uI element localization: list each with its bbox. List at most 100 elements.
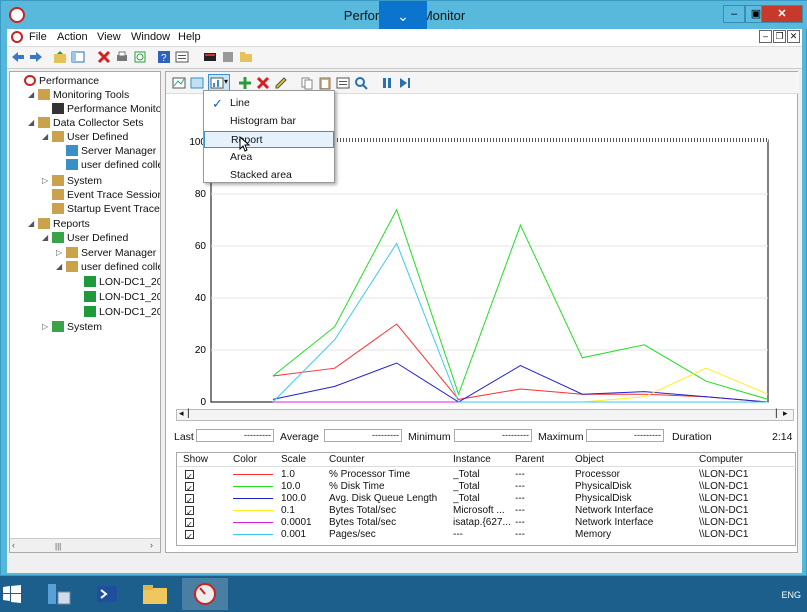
- expand-arrow-icon[interactable]: ▷: [56, 248, 62, 257]
- menu-help[interactable]: Help: [178, 31, 201, 43]
- expand-arrow-icon[interactable]: ◢: [28, 90, 34, 99]
- tree-node[interactable]: Monitoring Tools: [38, 88, 129, 102]
- tree-node[interactable]: User Defined: [52, 130, 128, 144]
- expand-arrow-icon[interactable]: ◢: [42, 233, 48, 242]
- freeze-display-pause-icon[interactable]: [380, 76, 394, 90]
- scroll-thumb-left[interactable]: |: [187, 408, 190, 419]
- legend-row[interactable]: ✓ 100.0 Avg. Disk Queue Length _Total --- Phy…: [177, 493, 795, 505]
- print-icon[interactable]: [115, 50, 129, 64]
- header-parent[interactable]: Parent: [515, 454, 544, 466]
- tree-node[interactable]: Data Collector Sets: [38, 116, 143, 130]
- paste-counter-list-icon[interactable]: [318, 76, 332, 90]
- expand-arrow-icon[interactable]: ◢: [28, 219, 34, 228]
- properties-icon[interactable]: [175, 50, 189, 64]
- mdi-minimize-button[interactable]: –: [759, 30, 772, 43]
- copy-properties-icon[interactable]: [300, 76, 314, 90]
- header-counter[interactable]: Counter: [329, 454, 365, 466]
- header-computer[interactable]: Computer: [699, 454, 743, 466]
- update-data-step-icon[interactable]: [398, 76, 412, 90]
- expand-arrow-icon[interactable]: ▷: [42, 322, 48, 331]
- powershell-task[interactable]: [84, 578, 130, 610]
- zoom-magnifier-icon[interactable]: [354, 76, 368, 90]
- scroll-left-arrow-icon[interactable]: ◂: [179, 408, 184, 419]
- stop-icon[interactable]: [221, 50, 235, 64]
- mmc-document-icon[interactable]: [11, 31, 23, 43]
- tree-node[interactable]: LON-DC1_20170: [84, 305, 160, 319]
- file-explorer-task[interactable]: [132, 578, 178, 610]
- expand-arrow-icon[interactable]: ▷: [42, 176, 48, 185]
- back-arrow-icon[interactable]: [11, 50, 25, 64]
- tree-node[interactable]: System: [52, 320, 102, 334]
- monitor-screen-icon[interactable]: [203, 50, 217, 64]
- performance-monitor-task[interactable]: [182, 578, 228, 610]
- menu-view[interactable]: View: [97, 31, 121, 43]
- show-checkbox[interactable]: ✓: [185, 482, 194, 491]
- view-current-activity-icon[interactable]: [172, 76, 186, 90]
- refresh-icon[interactable]: [133, 50, 147, 64]
- change-graph-type-button[interactable]: ▾: [208, 74, 230, 91]
- server-manager-task[interactable]: [36, 578, 82, 610]
- header-object[interactable]: Object: [575, 454, 604, 466]
- tree-node[interactable]: Performance Monitor: [52, 102, 160, 116]
- properties-icon[interactable]: [336, 76, 350, 90]
- show-checkbox[interactable]: ✓: [185, 470, 194, 479]
- graph-type-option[interactable]: Stacked area: [204, 167, 334, 184]
- forward-arrow-icon[interactable]: [29, 50, 43, 64]
- tree-node[interactable]: LON-DC1_20170: [84, 290, 160, 304]
- tree-horizontal-scrollbar[interactable]: ‹ ||| ›: [10, 538, 160, 552]
- header-scale[interactable]: Scale: [281, 454, 306, 466]
- graph-type-option[interactable]: Area: [204, 149, 334, 166]
- expand-arrow-icon[interactable]: ◢: [28, 118, 34, 127]
- minimize-button[interactable]: –: [723, 5, 745, 23]
- scroll-left-arrow-icon[interactable]: ‹: [12, 540, 15, 550]
- view-log-data-icon[interactable]: [190, 76, 204, 90]
- scroll-thumb[interactable]: |||: [55, 542, 61, 551]
- language-indicator[interactable]: ENG: [781, 590, 801, 600]
- up-folder-icon[interactable]: [53, 50, 67, 64]
- show-hide-tree-icon[interactable]: [71, 50, 85, 64]
- show-checkbox[interactable]: ✓: [185, 530, 194, 539]
- add-counter-icon[interactable]: [238, 76, 252, 90]
- header-color[interactable]: Color: [233, 454, 257, 466]
- tree-node[interactable]: Performance: [24, 74, 99, 88]
- graph-type-option[interactable]: ✓ Line: [204, 95, 334, 112]
- highlight-pencil-icon[interactable]: [274, 76, 288, 90]
- tree-node[interactable]: LON-DC1_20170: [84, 275, 160, 289]
- delete-counter-icon[interactable]: [256, 76, 270, 90]
- graph-type-option[interactable]: Histogram bar: [204, 113, 334, 130]
- tree-node[interactable]: user defined collect: [66, 158, 160, 172]
- tree-node[interactable]: System: [52, 174, 102, 188]
- legend-row[interactable]: ✓ 0.1 Bytes Total/sec Microsoft ... --- Netwo…: [177, 505, 795, 517]
- windows-start-icon[interactable]: [2, 584, 22, 604]
- tree-node[interactable]: user defined collect: [66, 260, 160, 274]
- legend-row[interactable]: ✓ 10.0 % Disk Time _Total --- PhysicalDisk \\L…: [177, 481, 795, 493]
- mdi-close-button[interactable]: ✕: [787, 30, 800, 43]
- header-instance[interactable]: Instance: [453, 454, 491, 466]
- legend-row[interactable]: ✓ 1.0 % Processor Time _Total --- Processor \\…: [177, 469, 795, 481]
- show-checkbox[interactable]: ✓: [185, 494, 194, 503]
- header-show[interactable]: Show: [183, 454, 208, 466]
- graph-time-scrollbar[interactable]: ◂ | | ▸: [176, 408, 794, 421]
- tree-node[interactable]: User Defined: [52, 231, 128, 245]
- tree-node[interactable]: Startup Event Trace Ses: [52, 202, 160, 216]
- tree-node[interactable]: Server Manager Per: [66, 144, 160, 158]
- legend-row[interactable]: ✓ 0.001 Pages/sec --- --- Memory \\LON-DC1: [177, 529, 795, 541]
- show-checkbox[interactable]: ✓: [185, 506, 194, 515]
- help-icon[interactable]: ?: [157, 50, 171, 64]
- close-button[interactable]: ✕: [761, 5, 803, 23]
- expand-arrow-icon[interactable]: ◢: [56, 262, 62, 271]
- graph-type-option[interactable]: Report: [204, 131, 334, 148]
- menu-file[interactable]: File: [29, 31, 47, 43]
- delete-x-icon[interactable]: [97, 50, 111, 64]
- tree-node[interactable]: Reports: [38, 217, 90, 231]
- folder-icon[interactable]: [239, 50, 253, 64]
- menu-action[interactable]: Action: [57, 31, 88, 43]
- scroll-thumb-right[interactable]: |: [775, 408, 778, 419]
- scroll-right-arrow-icon[interactable]: ›: [150, 540, 153, 550]
- legend-row[interactable]: ✓ 0.0001 Bytes Total/sec isatap.{627... --- N…: [177, 517, 795, 529]
- tree-node[interactable]: Server Manager Per: [66, 246, 160, 260]
- mdi-restore-button[interactable]: ❐: [773, 30, 786, 43]
- expand-arrow-icon[interactable]: ◢: [42, 132, 48, 141]
- scroll-right-arrow-icon[interactable]: ▸: [783, 408, 788, 419]
- show-checkbox[interactable]: ✓: [185, 518, 194, 527]
